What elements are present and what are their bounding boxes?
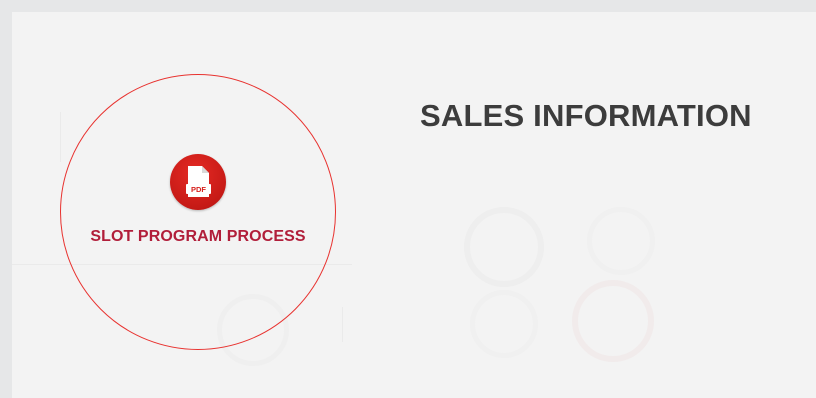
background-decoration — [470, 290, 538, 358]
slot-program-process-link[interactable] — [60, 74, 336, 350]
background-decoration — [60, 112, 61, 162]
slot-program-process-label[interactable]: SLOT PROGRAM PROCESS — [60, 228, 336, 246]
pdf-icon-text: PDF — [191, 185, 206, 194]
pdf-icon[interactable]: PDF — [170, 154, 226, 210]
background-decoration — [587, 207, 655, 275]
page-frame: PDF SLOT PROGRAM PROCESS SALES INFORMATI… — [0, 0, 816, 398]
background-decoration — [572, 280, 654, 362]
background-decoration — [342, 307, 343, 342]
section-heading: SALES INFORMATION — [420, 98, 752, 133]
background-decoration — [464, 207, 544, 287]
